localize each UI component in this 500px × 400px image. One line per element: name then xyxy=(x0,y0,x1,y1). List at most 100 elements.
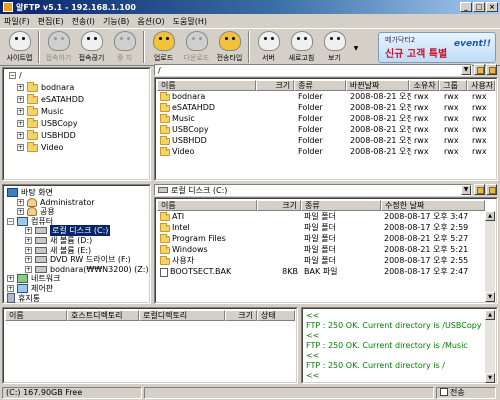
transfer-checkbox[interactable] xyxy=(440,388,448,396)
expand-icon[interactable]: + xyxy=(25,227,32,235)
server-button[interactable]: 서버 xyxy=(252,31,285,65)
remote-up-folder-button[interactable] xyxy=(474,64,485,75)
stop-label: 중 지 xyxy=(116,54,133,62)
expand-icon[interactable]: + xyxy=(25,237,32,244)
view-button[interactable]: 보기 xyxy=(318,31,351,65)
table-row[interactable]: USBHDDFolder2008-08-21 오전 ...rwxrwxrwx xyxy=(157,136,497,146)
menu-function[interactable]: 기능(B) xyxy=(103,16,129,27)
menu-edit[interactable]: 편집(E) xyxy=(38,16,64,27)
remote-tree-panel[interactable]: − / + bodnara + eSATAHDD + Music + USBCopy + U… xyxy=(2,67,151,181)
column-header-name[interactable]: 이름 xyxy=(157,80,257,91)
expand-icon[interactable]: + xyxy=(7,275,14,283)
transfer-checkbox-cell[interactable]: 전송 xyxy=(436,386,496,399)
expand-icon[interactable]: + xyxy=(25,265,32,273)
menu-options[interactable]: 옵션(O) xyxy=(137,16,164,27)
table-row[interactable]: MusicFolder2008-08-21 오전 ...rwxrwxrwx xyxy=(157,114,497,124)
expand-icon[interactable]: + xyxy=(7,285,14,292)
cell-type: Folder xyxy=(295,114,347,124)
column-header-modified[interactable]: 바뀐날짜 xyxy=(345,80,410,91)
log-panel[interactable]: << FTP : 250 OK. Current directory is /US… xyxy=(301,307,498,384)
tree-item-bodnara[interactable]: + bodnara xyxy=(17,81,74,93)
sitemap-button[interactable]: 사이트맵 xyxy=(3,31,36,65)
collapse-icon[interactable]: − xyxy=(9,72,16,79)
table-row[interactable]: USBCopyFolder2008-08-21 오전 ...rwxrwxrwx xyxy=(157,125,497,135)
column-header-modified[interactable]: 수정한 날짜 xyxy=(381,200,485,211)
log-scrollbar[interactable]: ▲ ▼ xyxy=(485,310,495,383)
tree-item-esatahdd[interactable]: + eSATAHDD xyxy=(17,93,84,105)
remote-file-list[interactable]: 이름 크기 종류 바뀐날짜 소유자 그룹 사용자 bodnara Folder 20… xyxy=(154,77,498,181)
collapse-icon[interactable]: − xyxy=(7,217,14,225)
expand-icon[interactable]: + xyxy=(17,132,24,139)
scroll-down-icon[interactable]: ▼ xyxy=(485,373,495,383)
expand-icon[interactable]: + xyxy=(25,246,32,254)
local-scrollbar[interactable]: ▲ ▼ xyxy=(485,211,495,302)
column-header-name[interactable]: 이름 xyxy=(157,200,257,211)
tree-item[interactable]: 휴지통 xyxy=(7,293,40,303)
transfer-type-button[interactable]: 전송타입 xyxy=(213,31,246,65)
ad-banner[interactable]: 메가닥터2 신규 고객 특별 event!! xyxy=(378,32,496,63)
queue-column-status[interactable]: 상태 xyxy=(257,310,295,321)
scroll-up-icon[interactable]: ▲ xyxy=(485,310,495,320)
tree-item-video[interactable]: + Video xyxy=(17,141,63,153)
disconnect-button[interactable]: 접속끊기 xyxy=(75,31,108,65)
toolbar-dropdown-icon[interactable]: ▼ xyxy=(351,31,361,65)
table-row[interactable]: ATI 파일 폴더 2008-08-17 오후 3:47 xyxy=(157,212,485,222)
chevron-down-icon[interactable]: ▼ xyxy=(461,185,471,195)
table-row[interactable]: BOOTSECT.BAK 8KB BAK 파일 2008-08-17 오후 2:47 xyxy=(157,267,485,277)
column-header-type[interactable]: 종류 xyxy=(301,200,381,211)
menu-transfer[interactable]: 전송(I) xyxy=(72,16,95,27)
minimize-button[interactable]: _ xyxy=(460,2,472,12)
queue-column-host-dir[interactable]: 호스트디렉토리 xyxy=(67,310,139,321)
connect-button[interactable]: 접속하기 xyxy=(42,31,75,65)
expand-icon[interactable]: + xyxy=(25,256,32,264)
queue-column-size[interactable]: 크기 xyxy=(225,310,257,321)
table-row[interactable]: Program Files 파일 폴더 2008-08-21 오후 5:27 xyxy=(157,234,485,244)
expand-icon[interactable]: + xyxy=(17,198,24,206)
table-row[interactable]: bodnaraFolder2008-08-21 오전 ...rwxrwxrwx xyxy=(157,92,497,102)
local-file-list[interactable]: 이름 크기 종류 수정한 날짜 ATI 파일 폴더 2008-08-17 오후 3:… xyxy=(154,197,498,304)
maximize-button[interactable]: □ xyxy=(473,2,485,12)
tree-root[interactable]: − / xyxy=(9,70,22,81)
column-header-type[interactable]: 종류 xyxy=(294,80,346,91)
column-header-user[interactable]: 사용자 xyxy=(467,80,495,91)
expand-icon[interactable]: + xyxy=(17,96,24,103)
tree-item-usbhdd[interactable]: + USBHDD xyxy=(17,129,76,141)
remote-new-folder-button[interactable] xyxy=(486,64,497,75)
local-new-folder-button[interactable] xyxy=(486,184,497,195)
column-header-group[interactable]: 그룹 xyxy=(439,80,468,91)
column-header-size[interactable]: 크기 xyxy=(257,200,301,211)
expand-icon[interactable]: + xyxy=(17,144,24,151)
queue-column-local-dir[interactable]: 로컬디렉토리 xyxy=(139,310,225,321)
close-button[interactable]: × xyxy=(486,2,498,12)
scroll-down-icon[interactable]: ▼ xyxy=(485,292,495,302)
tree-item-music[interactable]: + Music xyxy=(17,105,64,117)
local-tree-panel[interactable]: 바탕 화면 + Administrator + 공용 − 컴퓨터 + 로컬 디스크 (C:) + 새… xyxy=(2,184,151,304)
table-row[interactable]: Intel 파일 폴더 2008-08-17 오후 2:59 xyxy=(157,223,485,233)
stop-button[interactable]: 중 지 xyxy=(108,31,141,65)
chevron-down-icon[interactable]: ▼ xyxy=(461,65,471,75)
menu-help[interactable]: 도움말(H) xyxy=(173,16,207,27)
queue-column-name[interactable]: 이름 xyxy=(5,310,67,321)
table-row[interactable]: eSATAHDDFolder2008-08-21 오전 ...rwxrwxrwx xyxy=(157,103,497,113)
expand-icon[interactable]: + xyxy=(17,120,24,127)
table-row[interactable]: Windows 파일 폴더 2008-08-21 오후 5:21 xyxy=(157,245,485,255)
column-header-owner[interactable]: 소유자 xyxy=(409,80,440,91)
table-row[interactable]: 사용자 파일 폴더 2008-08-17 오후 2:55 xyxy=(157,256,485,266)
tree-item-usbcopy[interactable]: + USBCopy xyxy=(17,117,78,129)
local-up-folder-button[interactable] xyxy=(474,184,485,195)
column-header-size[interactable]: 크기 xyxy=(256,80,295,91)
folder-icon xyxy=(27,129,38,140)
upload-button[interactable]: 업로드 xyxy=(147,31,180,65)
download-button[interactable]: 다운로드 xyxy=(180,31,213,65)
table-row[interactable]: VideoFolder2008-08-21 오전 ...rwxrwxrwx xyxy=(157,147,497,157)
scroll-up-icon[interactable]: ▲ xyxy=(485,211,495,221)
transfer-queue[interactable]: 이름 호스트디렉토리 로컬디렉토리 크기 상태 xyxy=(2,307,298,384)
expand-icon[interactable]: + xyxy=(17,84,24,91)
local-path-combo[interactable]: 로컬 디스크 (C:) ▼ xyxy=(154,184,472,196)
remote-path-combo[interactable]: / ▼ xyxy=(154,64,472,76)
expand-icon[interactable]: + xyxy=(17,108,24,115)
menu-file[interactable]: 파일(F) xyxy=(4,16,30,27)
expand-icon[interactable]: + xyxy=(17,208,24,216)
refresh-button[interactable]: 새로고침 xyxy=(285,31,318,65)
cell-text: bodnara xyxy=(172,92,206,101)
